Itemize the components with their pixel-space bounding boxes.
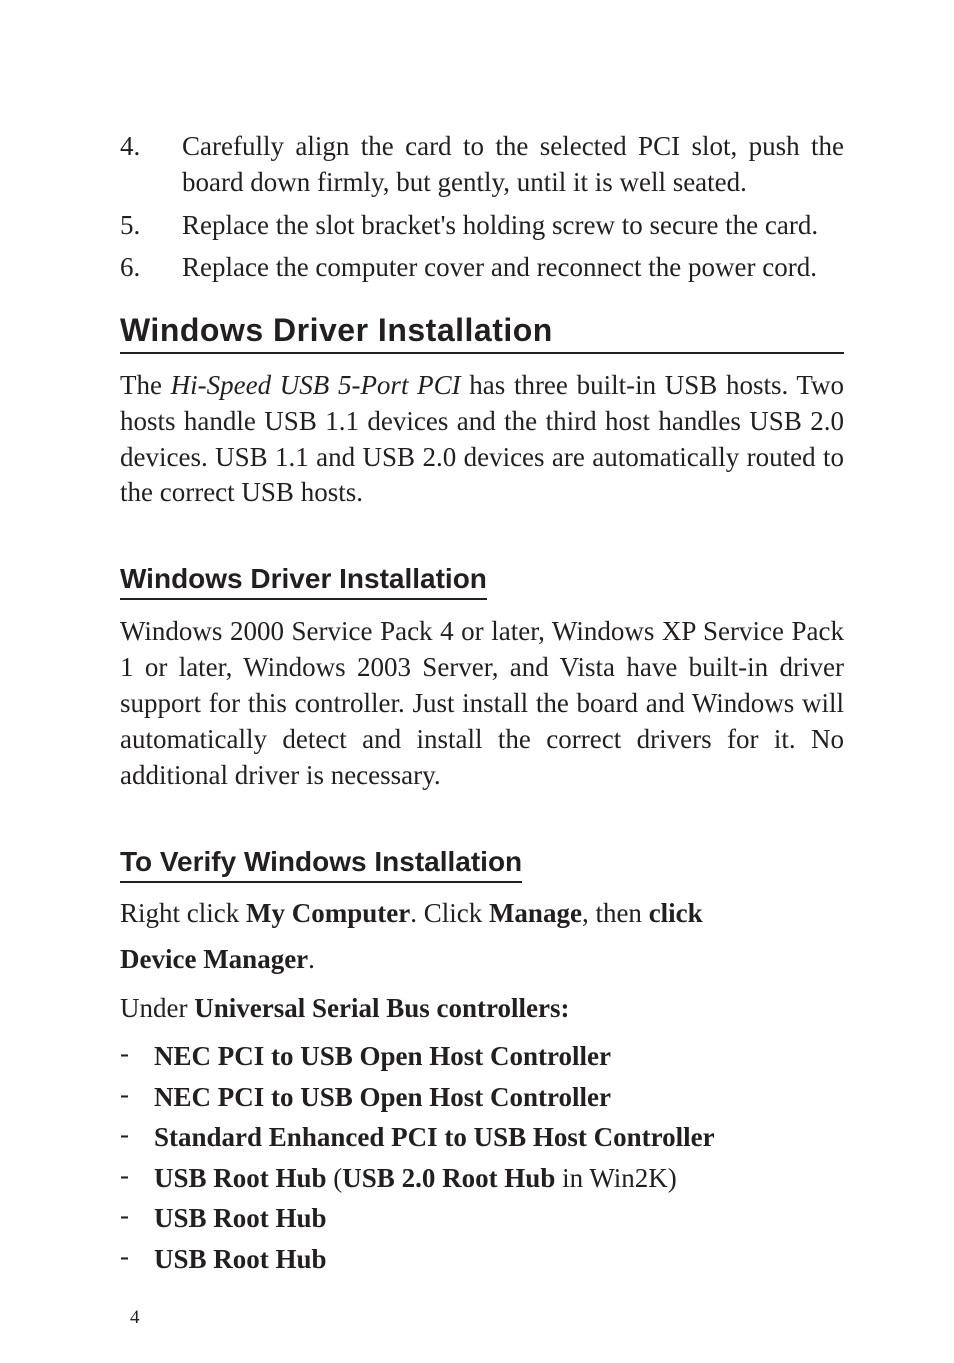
step-text: Carefully align the card to the selected… <box>182 128 844 201</box>
step-marker: 6. <box>120 249 182 285</box>
list-text: Standard Enhanced PCI to USB Host Contro… <box>154 1119 844 1155</box>
text: ( <box>327 1163 343 1193</box>
heading-windows-driver-installation: Windows Driver Installation <box>120 312 844 354</box>
click-label: click <box>649 898 703 928</box>
step-6: 6. Replace the computer cover and reconn… <box>120 249 844 285</box>
list-item: - USB Root Hub <box>120 1241 844 1277</box>
manage-label: Manage <box>489 898 582 928</box>
usb-controllers-label: Universal Serial Bus controllers: <box>194 993 569 1023</box>
list-text: USB Root Hub <box>154 1241 844 1277</box>
list-text: USB Root Hub (USB 2.0 Root Hub in Win2K) <box>154 1160 844 1196</box>
list-item: - Standard Enhanced PCI to USB Host Cont… <box>120 1119 844 1155</box>
text: Under <box>120 993 194 1023</box>
text: Right click <box>120 898 246 928</box>
page-number: 4 <box>130 1307 140 1329</box>
step-marker: 4. <box>120 128 182 201</box>
list-text: USB Root Hub <box>154 1200 844 1236</box>
verify-line-2: Device Manager. <box>120 939 844 980</box>
product-name: Hi-Speed USB 5-Port PCI <box>171 370 461 400</box>
intro-paragraph: The Hi-Speed USB 5-Port PCI has three bu… <box>120 368 844 512</box>
list-text: NEC PCI to USB Open Host Controller <box>154 1079 844 1115</box>
list-text: NEC PCI to USB Open Host Controller <box>154 1038 844 1074</box>
text: in Win2K) <box>555 1163 676 1193</box>
step-marker: 5. <box>120 207 182 243</box>
text: The <box>120 370 171 400</box>
text: . Click <box>410 898 489 928</box>
step-text: Replace the computer cover and reconnect… <box>182 249 844 285</box>
list-marker: - <box>120 1038 154 1074</box>
my-computer-label: My Computer <box>246 898 410 928</box>
usb-root-hub-label: USB Root Hub <box>154 1163 327 1193</box>
text: , then <box>582 898 649 928</box>
text: . <box>308 944 315 974</box>
step-5: 5. Replace the slot bracket's holding sc… <box>120 207 844 243</box>
usb-2-root-hub-label: USB 2.0 Root Hub <box>342 1163 555 1193</box>
verify-line-3: Under Universal Serial Bus controllers: <box>120 988 844 1029</box>
list-marker: - <box>120 1200 154 1236</box>
step-text: Replace the slot bracket's holding screw… <box>182 207 844 243</box>
subheading-windows-driver-installation: Windows Driver Installation <box>120 563 487 600</box>
subheading-verify-windows-installation: To Verify Windows Installation <box>120 846 522 883</box>
list-item: - NEC PCI to USB Open Host Controller <box>120 1079 844 1115</box>
list-marker: - <box>120 1079 154 1115</box>
driver-paragraph: Windows 2000 Service Pack 4 or later, Wi… <box>120 614 844 794</box>
device-manager-label: Device Manager <box>120 944 308 974</box>
list-item: - USB Root Hub (USB 2.0 Root Hub in Win2… <box>120 1160 844 1196</box>
list-marker: - <box>120 1160 154 1196</box>
list-marker: - <box>120 1241 154 1277</box>
verify-line-1: Right click My Computer. Click Manage, t… <box>120 893 844 934</box>
list-item: - USB Root Hub <box>120 1200 844 1236</box>
list-item: - NEC PCI to USB Open Host Controller <box>120 1038 844 1074</box>
step-4: 4. Carefully align the card to the selec… <box>120 128 844 201</box>
list-marker: - <box>120 1119 154 1155</box>
